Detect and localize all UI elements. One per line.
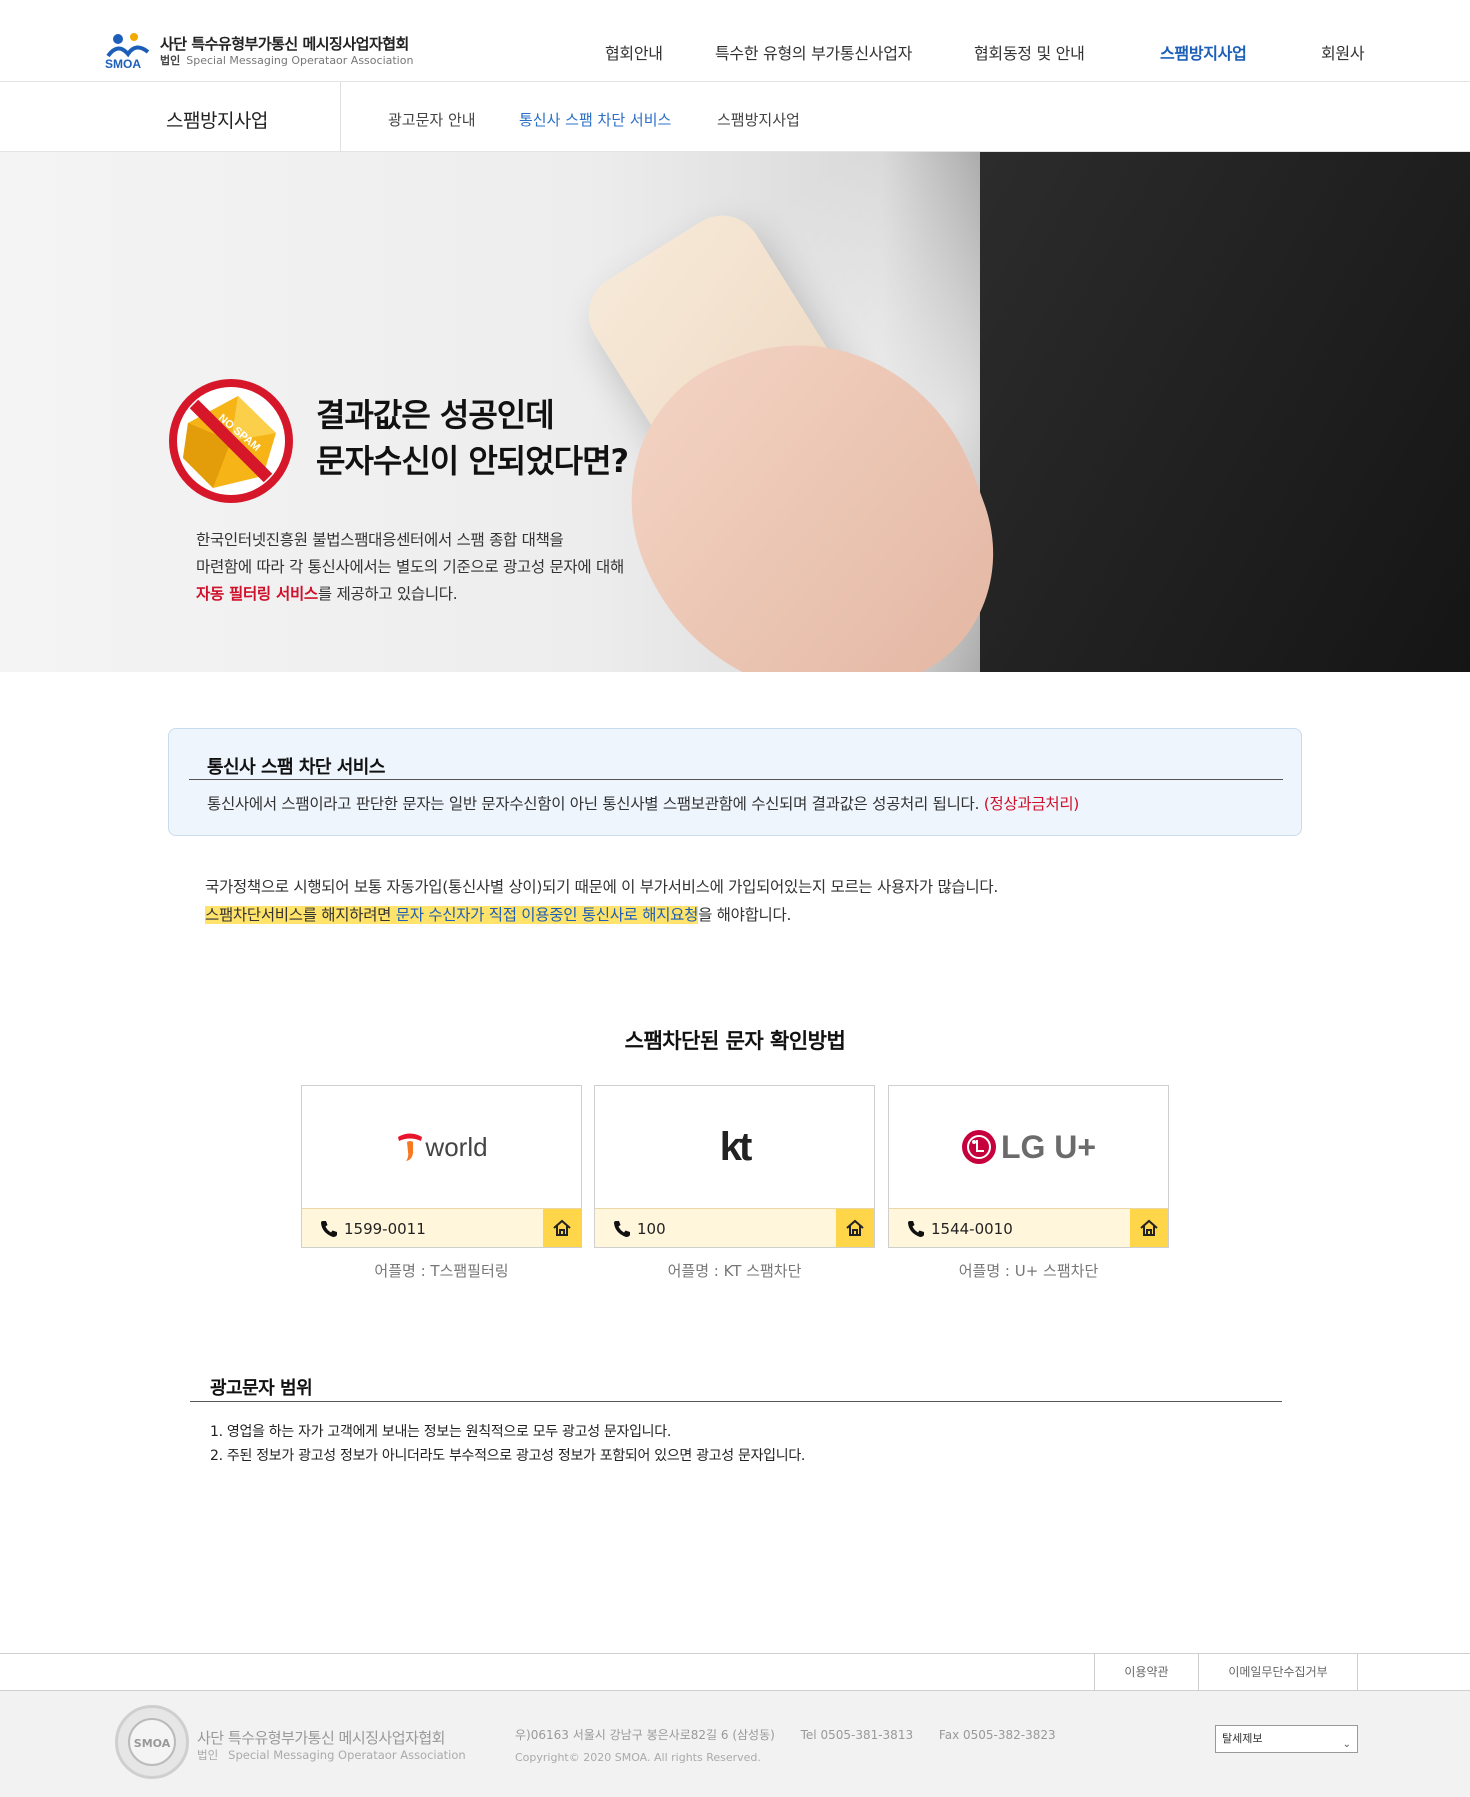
ad-scope-title: 광고문자 범위 — [210, 1378, 313, 1399]
footer-org-name: 사단 특수유형부가통신 메시징사업자협회 — [197, 1729, 445, 1747]
subnav-divider — [340, 82, 341, 152]
nav-news[interactable]: 협회동정 및 안내 — [974, 40, 1085, 64]
kt-logo: kt — [719, 1124, 753, 1169]
terms-link[interactable]: 이용약관 — [1094, 1654, 1198, 1691]
report-select[interactable]: 탈세제보 ⌄ — [1215, 1725, 1358, 1753]
carrier-spam-info-box: 통신사 스팸 차단 서비스 통신사에서 스팸이라고 판단한 문자는 일반 문자수… — [168, 728, 1302, 836]
t-logo-icon — [398, 1133, 423, 1161]
footer-org-sub: 법인 Special Messaging Operataor Associatio… — [197, 1748, 466, 1762]
phone-icon — [321, 1221, 337, 1237]
carrier-app-name: 어플명 : U+ 스팸차단 — [958, 1262, 1099, 1280]
home-icon — [553, 1219, 571, 1236]
email-refusal-link[interactable]: 이메일무단수집거부 — [1198, 1654, 1358, 1691]
subnav-carrier-spam-block[interactable]: 통신사 스팸 차단 서비스 — [519, 109, 671, 130]
infobox-title: 통신사 스팸 차단 서비스 — [207, 757, 385, 778]
carrier-phone-number: 1544-0010 — [931, 1220, 1013, 1238]
footer-copyright: Copyright© 2020 SMOA. All rights Reserve… — [515, 1751, 761, 1764]
subnav-anti-spam[interactable]: 스팸방지사업 — [717, 109, 800, 130]
infobox-text: 통신사에서 스팸이라고 판단한 문자는 일반 문자수신함이 아닌 통신사별 스팸… — [207, 795, 1080, 813]
phone-icon — [614, 1221, 630, 1237]
list-item: 1. 영업을 하는 자가 고객에게 보내는 정보는 원칙적으로 모두 광고성 문… — [210, 1424, 671, 1440]
ad-scope-list: 1. 영업을 하는 자가 고객에게 보내는 정보는 원칙적으로 모두 광고성 문… — [210, 1420, 805, 1468]
home-link-button[interactable] — [836, 1209, 874, 1247]
site-footer: SMOA 사단 특수유형부가통신 메시징사업자협회 법인 Special Mess… — [0, 1691, 1470, 1797]
smoa-logo-icon: SMOA — [105, 33, 150, 70]
logo-subtitle: 법인 Special Messaging Operataor Associatio… — [160, 54, 414, 67]
carrier-card-kt: kt 100 — [594, 1085, 875, 1248]
nav-anti-spam[interactable]: 스팸방지사업 — [1160, 40, 1247, 64]
tworld-logo: world — [395, 1131, 488, 1163]
carrier-app-name: 어플명 : KT 스팸차단 — [667, 1262, 802, 1280]
chevron-down-icon: ⌄ — [1342, 1739, 1351, 1750]
nav-members[interactable]: 회원사 — [1321, 40, 1365, 64]
logo-title: 사단 특수유형부가통신 메시징사업자협회 — [160, 35, 409, 53]
site-header: SMOA 사단 특수유형부가통신 메시징사업자협회 법인 Special Mess… — [0, 0, 1470, 82]
hero-highlight: 자동 필터링 서비스 — [196, 585, 318, 603]
carrier-phone-number: 1599-0011 — [344, 1220, 426, 1238]
home-icon — [1140, 1219, 1158, 1236]
home-link-button[interactable] — [1130, 1209, 1168, 1247]
svg-text:SMOA: SMOA — [105, 57, 141, 70]
home-link-button[interactable] — [543, 1209, 581, 1247]
footer-seal-logo: SMOA — [115, 1705, 189, 1779]
hero-photo-sleeve — [980, 152, 1470, 672]
sub-navigation: 스팸방지사업 광고문자 안내 통신사 스팸 차단 서비스 스팸방지사업 — [0, 82, 1470, 152]
hero-description: 한국인터넷진흥원 불법스팸대응센터에서 스팸 종합 대책을 마련함에 따라 각 … — [196, 531, 624, 603]
site-logo[interactable]: SMOA 사단 특수유형부가통신 메시징사업자협회 법인 Special Mess… — [104, 30, 434, 72]
carrier-card-lgu: LG U+ 1544-0010 — [888, 1085, 1169, 1248]
subnav-ad-guide[interactable]: 광고문자 안내 — [388, 109, 476, 130]
hero-banner: NO SPAM 결과값은 성공인데 문자수신이 안되었다면? 한국인터넷진흥원 … — [0, 152, 1470, 672]
carrier-card-skt: world 1599-0011 — [301, 1085, 582, 1248]
home-icon — [846, 1219, 864, 1236]
nav-special-providers[interactable]: 특수한 유형의 부가통신사업자 — [715, 40, 912, 64]
footer-links-bar: 이용약관 이메일무단수집거부 — [0, 1653, 1470, 1691]
phone-icon — [908, 1221, 924, 1237]
list-item: 2. 주된 정보가 광고성 정보가 아니더라도 부수적으로 광고성 정보가 포함… — [210, 1448, 806, 1464]
lgu-logo: LG U+ — [961, 1129, 1096, 1166]
nav-about[interactable]: 협회안내 — [605, 40, 663, 64]
footer-address: 우)06163 서울시 강남구 봉은사로82길 6 (삼성동) Tel 0505… — [515, 1728, 1056, 1742]
carrier-phone-number: 100 — [637, 1220, 666, 1238]
check-method-title: 스팸차단된 문자 확인방법 — [624, 1029, 846, 1053]
subnav-title: 스팸방지사업 — [166, 110, 268, 132]
policy-notice: 국가정책으로 시행되어 보통 자동가입(통신사별 상이)되기 때문에 이 부가서… — [205, 878, 998, 924]
lg-logo-icon — [961, 1130, 996, 1164]
carrier-app-name: 어플명 : T스팸필터링 — [374, 1262, 509, 1280]
hero-title: 결과값은 성공인데 문자수신이 안되었다면? — [316, 396, 629, 480]
no-spam-icon: NO SPAM — [169, 379, 293, 503]
